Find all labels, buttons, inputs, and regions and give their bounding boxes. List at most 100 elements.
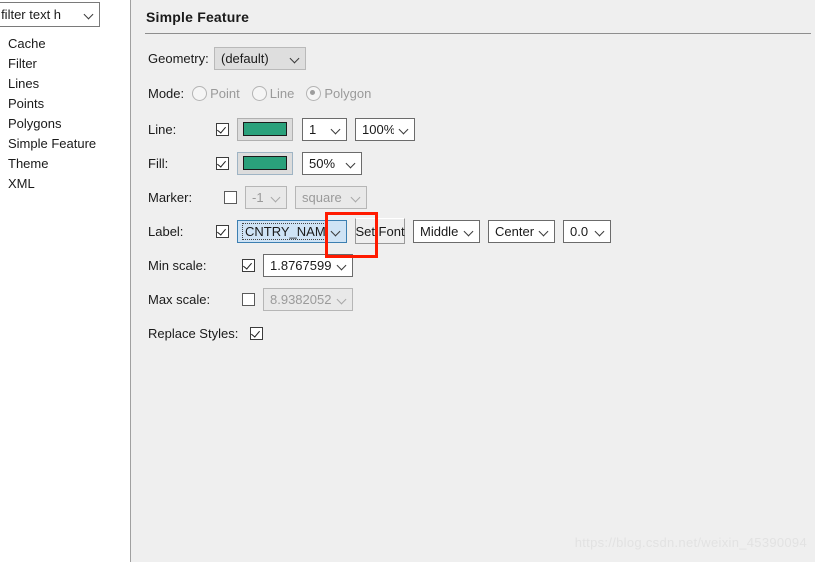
- page-title: Simple Feature: [146, 9, 250, 25]
- mode-radio-polygon-label: Polygon: [324, 85, 372, 101]
- chevron-down-icon: [331, 226, 342, 237]
- geometry-combobox[interactable]: (default): [214, 46, 306, 70]
- fill-color-swatch: [243, 156, 287, 170]
- tree-item-label-selected: Simple Feature: [8, 136, 97, 151]
- marker-size-combobox[interactable]: -1: [245, 185, 287, 209]
- geometry-label: Geometry:: [148, 50, 209, 66]
- watermark-text: https://blog.csdn.net/weixin_45390094: [574, 535, 807, 550]
- mode-radio-line[interactable]: [251, 85, 267, 101]
- chevron-down-icon: [595, 226, 606, 237]
- min-scale-row: Min scale: 1.8767599E: [131, 252, 353, 278]
- max-scale-value: 8.9382052E: [270, 291, 332, 307]
- replace-styles-checkbox[interactable]: [250, 326, 264, 340]
- fill-opacity-combobox[interactable]: 50%: [302, 151, 362, 175]
- label-field-combobox[interactable]: CNTRY_NAME: [237, 219, 347, 243]
- tree-item-label: Cache: [8, 36, 46, 51]
- tree-item-simple-feature[interactable]: Simple Feature: [0, 134, 131, 154]
- chevron-down-icon: [539, 226, 550, 237]
- tree-item-label: Theme: [8, 156, 49, 171]
- label-rotation-value: 0.0: [570, 223, 589, 239]
- settings-tree-list: Cache Filter Lines Points Polygons Simpl…: [0, 34, 131, 194]
- max-scale-combobox[interactable]: 8.9382052E: [263, 287, 353, 311]
- chevron-down-icon: [337, 260, 348, 271]
- mode-radio-group: Point Line Polygon: [192, 85, 380, 101]
- mode-row: Mode: Point Line Polygon: [131, 80, 380, 106]
- label-vertical-align-value: Middle: [420, 223, 459, 239]
- marker-label: Marker:: [148, 189, 193, 205]
- mode-radio-polygon[interactable]: [306, 85, 322, 101]
- preferences-window: pe filter text h Cache Filter Lines Poin…: [0, 0, 815, 562]
- chevron-down-icon: [337, 294, 348, 305]
- line-color-swatch: [243, 122, 287, 136]
- chevron-down-icon: [84, 9, 95, 20]
- title-separator: [145, 33, 811, 34]
- fill-enabled-checkbox[interactable]: [216, 156, 229, 170]
- tree-item-theme[interactable]: Theme: [0, 154, 131, 174]
- simple-feature-settings-panel: Simple Feature Geometry: (default) Mode:…: [131, 0, 815, 562]
- chevron-down-icon: [399, 124, 410, 135]
- marker-size-value: -1: [252, 189, 264, 205]
- label-vertical-align-combobox[interactable]: Middle: [413, 219, 480, 243]
- tree-item-filter[interactable]: Filter: [0, 54, 131, 74]
- geometry-value: (default): [221, 50, 269, 66]
- marker-enabled-checkbox[interactable]: [224, 190, 237, 204]
- line-color-button[interactable]: [237, 117, 293, 141]
- max-scale-enabled-checkbox[interactable]: [242, 292, 255, 306]
- tree-item-polygons[interactable]: Polygons: [0, 114, 131, 134]
- marker-shape-combobox[interactable]: square: [295, 185, 367, 209]
- mode-radio-line-label: Line: [269, 85, 295, 101]
- replace-styles-label: Replace Styles:: [148, 325, 239, 341]
- line-width-combobox[interactable]: 1: [302, 117, 347, 141]
- settings-tree-panel: pe filter text h Cache Filter Lines Poin…: [0, 0, 131, 562]
- set-font-button-label: Set Font: [355, 223, 405, 239]
- line-enabled-checkbox[interactable]: [216, 122, 229, 136]
- tree-item-points[interactable]: Points: [0, 94, 131, 114]
- chevron-down-icon: [290, 53, 301, 64]
- tree-item-label: Filter: [8, 56, 37, 71]
- tree-item-label: XML: [8, 176, 35, 191]
- min-scale-combobox[interactable]: 1.8767599E: [263, 253, 353, 277]
- label-horizontal-align-value: Center: [495, 223, 534, 239]
- line-opacity-value: 100%: [362, 121, 394, 137]
- tree-item-label: Lines: [8, 76, 40, 91]
- tree-item-lines[interactable]: Lines: [0, 74, 131, 94]
- label-field-value: CNTRY_NAME: [242, 222, 326, 240]
- line-width-value: 1: [309, 121, 317, 137]
- chevron-down-icon: [464, 226, 475, 237]
- label-horizontal-align-combobox[interactable]: Center: [488, 219, 555, 243]
- tree-item-cache[interactable]: Cache: [0, 34, 131, 54]
- mode-radio-point-label: Point: [210, 85, 240, 101]
- filter-text-combobox[interactable]: pe filter text h: [0, 2, 100, 27]
- marker-row: Marker: -1 square: [131, 184, 367, 210]
- fill-row: Fill: 50%: [131, 150, 362, 176]
- fill-label: Fill:: [148, 155, 169, 171]
- filter-text-value: pe filter text h: [0, 7, 62, 22]
- geometry-row: Geometry: (default): [131, 45, 306, 71]
- label-enabled-checkbox[interactable]: [216, 224, 229, 238]
- chevron-down-icon: [331, 124, 342, 135]
- chevron-down-icon: [346, 158, 357, 169]
- mode-radio-point[interactable]: [192, 85, 208, 101]
- line-opacity-combobox[interactable]: 100%: [355, 117, 415, 141]
- min-scale-value: 1.8767599E: [270, 257, 332, 273]
- line-label: Line:: [148, 121, 177, 137]
- fill-color-button[interactable]: [237, 151, 293, 175]
- label-row: Label: CNTRY_NAME Set Font Middle Center: [131, 218, 611, 244]
- chevron-down-icon: [271, 192, 282, 203]
- tree-item-label: Polygons: [8, 116, 62, 131]
- tree-item-label: Points: [8, 96, 45, 111]
- line-row: Line: 1 100%: [131, 116, 415, 142]
- chevron-down-icon: [351, 192, 362, 203]
- mode-label: Mode:: [148, 85, 185, 101]
- min-scale-enabled-checkbox[interactable]: [242, 258, 255, 272]
- set-font-button[interactable]: Set Font: [355, 218, 405, 244]
- min-scale-label: Min scale:: [148, 257, 207, 273]
- label-rotation-combobox[interactable]: 0.0: [563, 219, 611, 243]
- replace-styles-row: Replace Styles:: [131, 320, 264, 346]
- marker-shape-value: square: [302, 189, 342, 205]
- max-scale-row: Max scale: 8.9382052E: [131, 286, 353, 312]
- tree-item-xml[interactable]: XML: [0, 174, 131, 194]
- max-scale-label: Max scale:: [148, 291, 211, 307]
- fill-opacity-value: 50%: [309, 155, 336, 171]
- label-label: Label:: [148, 223, 184, 239]
